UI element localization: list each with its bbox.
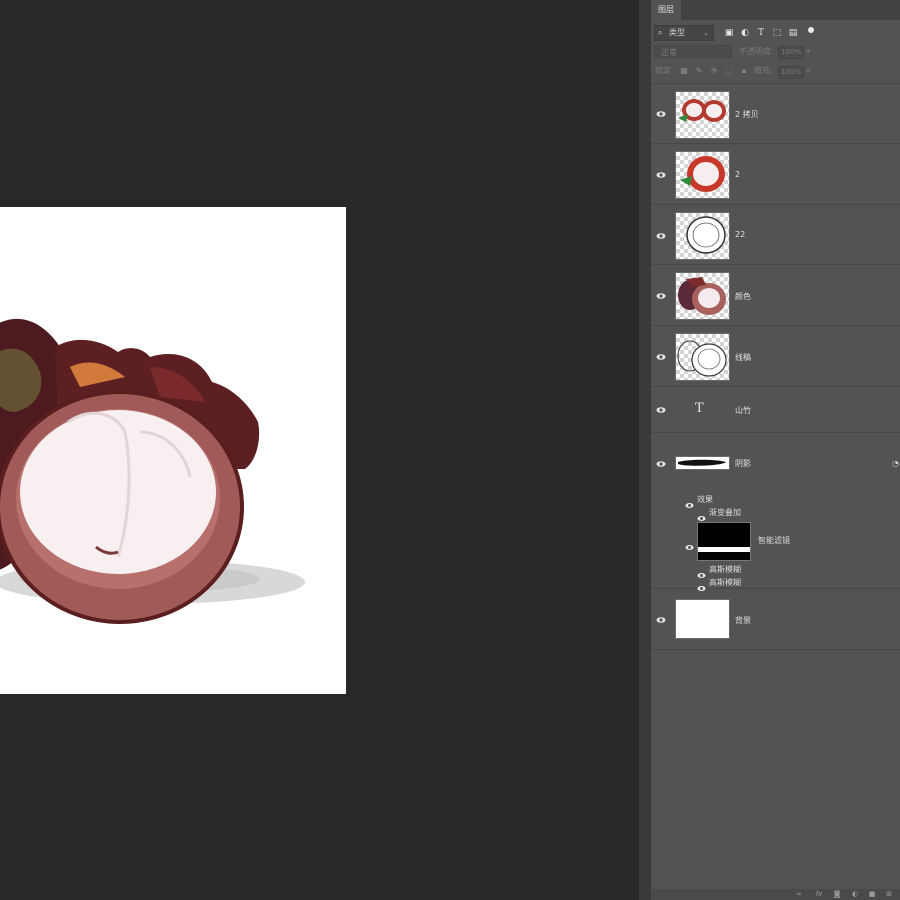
layer-row[interactable]: 2 拷贝 [651,84,900,144]
layer-name[interactable]: 22 [735,230,745,239]
image-filter-icon[interactable]: ▣ [723,27,735,39]
panel-tab-bar: 图层 [651,0,900,20]
layer-row[interactable]: T 山竹 [651,387,900,433]
lock-pixels-icon[interactable]: ✎ [694,66,704,76]
layer-name[interactable]: 颜色 [735,291,751,302]
smart-filters-label[interactable]: 智能滤镜 [758,535,790,546]
smart-filter-item[interactable]: 高斯模糊 [709,564,741,575]
fill-input[interactable]: 100% [778,66,804,79]
chevron-down-icon: ⌄ [703,29,709,37]
layers-panel: 图层 ⌕ 类型 ⌄ ▣ ◐ T ⬚ ▤ 正常 不透明度: 100% ▼ 锁定: … [651,0,900,900]
lock-all-icon[interactable]: 🔒︎ [739,66,749,76]
lock-row: 锁定: ▦ ✎ ✛ ⬚ 🔒︎ 填充: 100% ▼ [651,64,900,80]
layer-thumbnail [675,272,730,320]
layer-name[interactable]: 2 [735,170,740,179]
smart-object-filter-icon[interactable]: ▤ [787,27,799,39]
layer-thumbnail [675,212,730,260]
lock-position-icon[interactable]: ✛ [709,66,719,76]
smart-filter-toggle-icon[interactable]: ◔ [892,459,899,468]
eye-icon[interactable] [697,565,706,579]
shape-filter-icon[interactable]: ⬚ [771,27,783,39]
smart-filter-item[interactable]: 高斯模糊 [709,577,741,588]
adjustment-layer-icon[interactable]: ◐ [850,889,860,900]
layer-name[interactable]: 背景 [735,615,751,626]
opacity-label: 不透明度: [739,47,774,56]
smart-filter-mask-thumbnail[interactable] [697,522,751,561]
layer-row[interactable]: 线稿 [651,326,900,387]
layer-row[interactable]: 阴影 ◔ [651,433,900,589]
layer-filter-row: ⌕ 类型 ⌄ ▣ ◐ T ⬚ ▤ [651,24,900,42]
blend-mode-select[interactable]: 正常 [654,45,732,58]
fx-icon[interactable]: fx [814,889,824,900]
link-layers-icon[interactable]: ∞ [794,889,804,900]
layer-name[interactable]: 线稿 [735,352,751,363]
effects-label[interactable]: 效果 [697,494,713,505]
eye-icon[interactable] [656,170,666,180]
layer-thumbnail [675,91,730,139]
add-mask-icon[interactable]: ◙ [832,889,842,900]
eye-icon[interactable] [656,291,666,301]
layer-row[interactable]: 颜色 [651,265,900,326]
workspace-area[interactable] [0,0,639,900]
panel-dock-edge [639,0,651,900]
filter-kind-value: 类型 [669,28,685,37]
adjustment-filter-icon[interactable]: ◐ [739,27,751,39]
search-icon: ⌕ [658,28,663,37]
eye-icon[interactable] [697,578,706,592]
type-filter-icon[interactable]: T [755,27,767,39]
eye-icon[interactable] [656,109,666,119]
layer-row[interactable]: 2 [651,144,900,205]
layer-thumbnail [675,151,730,199]
opacity-input[interactable]: 100% [778,46,804,59]
eye-icon[interactable] [656,352,666,362]
eye-icon[interactable] [685,495,694,509]
layer-row[interactable]: 22 [651,205,900,265]
layers-panel-footer: ∞ fx ◙ ◐ ■ ⊞ [651,889,900,900]
chevron-down-icon[interactable]: ▼ [806,68,811,75]
layer-thumbnail [675,599,730,639]
blend-row: 正常 不透明度: 100% ▼ [651,44,900,62]
fill-label: 填充: [754,66,773,75]
lock-transparent-icon[interactable]: ▦ [679,66,689,76]
type-layer-icon: T [695,401,704,416]
layer-thumbnail [675,456,730,470]
filter-kind-select[interactable]: ⌕ 类型 ⌄ [654,25,714,41]
eye-icon[interactable] [656,615,666,625]
layer-thumbnail [675,333,730,381]
layer-name[interactable]: 阴影 [735,458,751,469]
new-layer-icon[interactable]: ⊞ [884,889,894,900]
eye-icon[interactable] [656,231,666,241]
flesh [20,410,216,574]
eye-icon[interactable] [656,405,666,415]
tab-layers[interactable]: 图层 [651,0,681,20]
layer-name[interactable]: 山竹 [735,405,751,416]
chevron-down-icon[interactable]: ▼ [806,48,811,55]
eye-icon[interactable] [656,459,666,469]
effect-item[interactable]: 渐变叠加 [709,507,741,518]
eye-icon[interactable] [697,508,706,522]
lock-artboard-icon[interactable]: ⬚ [724,66,734,76]
eye-icon[interactable] [685,537,694,551]
folder-icon[interactable]: ■ [867,889,877,900]
mangosteen-artwork [0,319,305,624]
lock-label: 锁定: [655,66,674,75]
layer-row[interactable]: 背景 [651,589,900,650]
layer-name[interactable]: 2 拷贝 [735,109,759,120]
document-canvas[interactable] [0,207,346,694]
filter-toggle-icon[interactable] [808,27,814,33]
